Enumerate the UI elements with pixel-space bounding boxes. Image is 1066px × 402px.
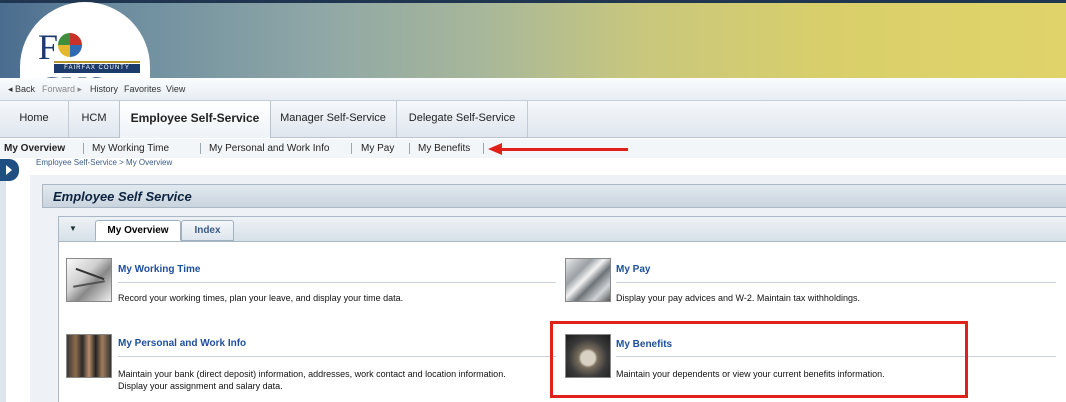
red-arrow-shaft	[500, 148, 628, 151]
personal-info-description-line1: Maintain your bank (direct deposit) info…	[118, 369, 506, 379]
expand-navigation-panel-icon[interactable]	[0, 159, 19, 181]
subnav-my-pay[interactable]: My Pay	[361, 143, 394, 154]
personal-work-info-link[interactable]: My Personal and Work Info	[118, 338, 246, 349]
working-time-description: Record your working times, plan your lea…	[118, 293, 404, 303]
logo-subtitle: FAIRFAX COUNTY	[54, 64, 140, 73]
logo-rule	[54, 61, 140, 63]
page-title-bar: Employee Self Service	[42, 184, 1066, 208]
navigation-panel-rail	[0, 181, 6, 402]
tile-divider	[616, 282, 1056, 283]
tab-manager-self-service[interactable]: Manager Self-Service	[270, 101, 397, 137]
tile-divider	[118, 282, 556, 283]
header-banner	[0, 0, 1066, 79]
top-level-navigation: Home HCM Employee Self-Service Manager S…	[0, 101, 1066, 138]
view-menu[interactable]: View	[166, 84, 185, 94]
subnav-my-personal-and-work-info[interactable]: My Personal and Work Info	[209, 143, 329, 154]
tab-hcm[interactable]: HCM	[69, 101, 119, 137]
subnav-separator	[200, 143, 201, 154]
tab-employee-self-service[interactable]: Employee Self-Service	[119, 101, 271, 138]
subnav-separator	[483, 143, 484, 154]
tile-divider	[118, 356, 556, 357]
personal-info-thumbnail-icon[interactable]	[66, 334, 112, 378]
pay-description: Display your pay advices and W-2. Mainta…	[616, 293, 860, 303]
pay-thumbnail-icon[interactable]	[565, 258, 611, 302]
tab-menu-caret-icon[interactable]: ▼	[63, 220, 83, 238]
history-menu[interactable]: History	[90, 84, 118, 94]
personal-info-description-line2: Display your assignment and salary data.	[118, 381, 283, 391]
page-title: Employee Self Service	[53, 189, 192, 204]
tab-home[interactable]: Home	[0, 101, 69, 137]
tab-index[interactable]: Index	[181, 220, 234, 241]
back-link[interactable]: ◂ Back	[8, 84, 35, 95]
pay-link[interactable]: My Pay	[616, 264, 650, 275]
working-time-thumbnail-icon[interactable]	[66, 258, 112, 302]
history-bar: ◂ Back Forward ▸ History Favorites View	[0, 78, 1066, 101]
subnav-separator	[409, 143, 410, 154]
red-highlight-box	[550, 321, 968, 398]
subnav-separator	[351, 143, 352, 154]
working-time-link[interactable]: My Working Time	[118, 264, 200, 275]
tab-delegate-self-service[interactable]: Delegate Self-Service	[397, 101, 528, 137]
subnav-separator	[83, 143, 84, 154]
subnav-my-working-time[interactable]: My Working Time	[92, 143, 169, 154]
subnav-my-benefits[interactable]: My Benefits	[418, 143, 470, 154]
forward-link[interactable]: Forward ▸	[42, 84, 82, 95]
breadcrumb[interactable]: Employee Self-Service > My Overview	[36, 158, 172, 167]
logo-emblem-icon	[58, 33, 83, 57]
subnav-my-overview[interactable]: My Overview	[4, 143, 65, 154]
tab-my-overview[interactable]: My Overview	[95, 220, 181, 241]
favorites-menu[interactable]: Favorites	[124, 84, 161, 94]
